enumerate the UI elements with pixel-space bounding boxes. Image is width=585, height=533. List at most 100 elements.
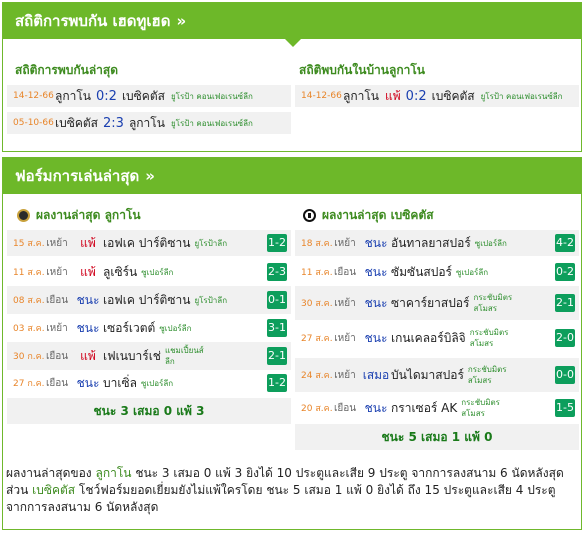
away-team[interactable]: เบซิคตัส — [122, 87, 165, 106]
besiktas-logo-icon — [303, 209, 316, 222]
opponent-name[interactable]: ซาคาร์ยาสปอร์ — [391, 294, 469, 313]
venue-label: เหย้า — [334, 297, 356, 309]
away-team[interactable]: ลูกาโน — [129, 114, 165, 133]
match-date: 03 ส.ค. — [13, 324, 45, 334]
opponent-name[interactable]: เอฟเค ปาร์ติซาน — [103, 291, 190, 310]
lugano-summary: ชนะ 3 เสมอ 0 แพ้ 3 — [7, 398, 291, 424]
opponent-name[interactable]: ลูเซิร์น — [103, 263, 137, 282]
form-row[interactable]: 30 ส.ค. เหย้า ชนะ ซาคาร์ยาสปอร์ กระชับมิตรสโ… — [295, 286, 579, 320]
league-name: ยูโรป้า คอนเฟอเรนซ์ลีก — [170, 91, 253, 101]
result-label: ชนะ — [76, 375, 100, 390]
match-date: 14-12-66 — [13, 91, 54, 101]
competition-name: ยูโรป้าลีก — [194, 295, 228, 305]
h2h-panel: สถิติการพบกัน เฮดทูเฮด » สถิติการพบกันล่า… — [2, 2, 582, 152]
competition-name: ซูเปอร์ลีก — [474, 238, 507, 248]
score-badge: 2-0 — [555, 329, 575, 347]
opponent-name[interactable]: บาเซิ่ล — [103, 374, 137, 393]
opponent-name[interactable]: บันไดมาสปอร์ — [391, 366, 464, 385]
venue-label: เหย้า — [334, 369, 356, 381]
match-date: 14-12-66 — [301, 91, 342, 101]
form-header-title: ฟอร์มการเล่นล่าสุด — [15, 167, 140, 185]
form-row[interactable]: 08 ส.ค. เยือน ชนะ เอฟเค ปาร์ติซาน ยูโรป้าลีก… — [7, 286, 291, 314]
score-badge: 0-2 — [555, 263, 575, 281]
match-date: 15 ส.ค. — [13, 239, 45, 249]
score-badge: 1-5 — [555, 399, 575, 417]
opponent-name[interactable]: เซอร์เวตต์ — [103, 319, 155, 338]
result-label: แพ้ — [385, 88, 401, 103]
result-label: ชนะ — [364, 264, 388, 279]
league-name: ยูโรป้า คอนเฟอเรนซ์ลีก — [170, 118, 253, 128]
header-notch — [285, 39, 301, 47]
score-badge: 0-0 — [555, 366, 575, 384]
besiktas-form-title: ผลงานล่าสุด เบซิคตัส — [303, 206, 434, 225]
match-date: 20 ส.ค. — [301, 404, 333, 414]
score-badge: 1-2 — [267, 374, 287, 392]
form-row[interactable]: 20 ส.ค. เยือน ชนะ กราเซอร์ AK กระชับมิตรสโมส… — [295, 394, 579, 422]
score-badge: 2-3 — [267, 263, 287, 281]
venue-label: เยือน — [45, 350, 69, 362]
venue-label: เยือน — [333, 402, 357, 414]
h2h-home-row[interactable]: 14-12-66 ลูกาโน แพ้ 0:2 เบซิคตัส ยูโรป้า… — [295, 85, 579, 107]
form-header: ฟอร์มการเล่นล่าสุด » — [3, 158, 581, 194]
result-label: แพ้ — [80, 264, 96, 279]
match-date: 30 ก.ค. — [13, 352, 45, 362]
score-badge: 2-1 — [555, 294, 575, 312]
team-link-lugano[interactable]: ลูกาโน — [95, 466, 131, 480]
competition-name: ซูเปอร์ลีก — [456, 267, 489, 277]
double-chevron-icon: » — [176, 12, 187, 30]
opponent-name[interactable]: อันทาลยาสปอร์ — [391, 234, 471, 253]
result-label: ชนะ — [364, 235, 388, 250]
form-row[interactable]: 27 ก.ค. เยือน ชนะ บาเซิ่ล ซูเปอร์ลีก 1-2 — [7, 370, 291, 396]
form-row[interactable]: 03 ส.ค. เหย้า ชนะ เซอร์เวตต์ ซูเปอร์ลีก 3-1 — [7, 315, 291, 341]
result-label: ชนะ — [364, 330, 388, 345]
competition-name: กระชับมิตรสโมสร — [469, 328, 509, 348]
h2h-home-title: สถิติพบกันในบ้านลูกาโน — [299, 63, 426, 77]
match-date: 27 ก.ค. — [13, 379, 45, 389]
home-team[interactable]: ลูกาโน — [343, 87, 379, 106]
result-label: ชนะ — [364, 400, 388, 415]
away-team[interactable]: เบซิคตัส — [432, 87, 475, 106]
result-label: ชนะ — [76, 292, 100, 307]
form-row[interactable]: 11 ส.ค. เหย้า แพ้ ลูเซิร์น ซูเปอร์ลีก 2-3 — [7, 259, 291, 285]
match-date: 11 ส.ค. — [301, 268, 333, 278]
h2h-row[interactable]: 05-10-66 เบซิคตัส 2:3 ลูกาโน ยูโรป้า คอน… — [7, 112, 291, 134]
venue-label: เยือน — [45, 377, 69, 389]
competition-name: ยูโรป้าลีก — [194, 238, 228, 248]
form-row[interactable]: 11 ส.ค. เยือน ชนะ ซัมซันสปอร์ ซูเปอร์ลีก 0-2 — [295, 259, 579, 285]
h2h-row[interactable]: 14-12-66 ลูกาโน 0:2 เบซิคตัส ยูโรป้า คอน… — [7, 85, 291, 107]
competition-name: แชมเปี้ยนส์ลีก — [164, 346, 204, 366]
match-score: 2:3 — [103, 115, 124, 131]
opponent-name[interactable]: กราเซอร์ AK — [391, 399, 457, 418]
venue-label: เหย้า — [334, 237, 356, 249]
form-row[interactable]: 18 ส.ค. เหย้า ชนะ อันทาลยาสปอร์ ซูเปอร์ลีก 4-… — [295, 230, 579, 256]
form-row[interactable]: 24 ส.ค. เหย้า เสมอ บันไดมาสปอร์ กระชับมิตรสโ… — [295, 358, 579, 392]
form-row[interactable]: 27 ส.ค. เหย้า ชนะ เกนเคลอร์บิลิจิ กระชับมิตร… — [295, 321, 579, 355]
form-row[interactable]: 30 ก.ค. เยือน แพ้ เฟเนบาร์เช่ แชมเปี้ยนส์ลีก… — [7, 342, 291, 370]
h2h-header: สถิติการพบกัน เฮดทูเฮด » — [3, 3, 581, 47]
summary-paragraph: ผลงานล่าสุดของ ลูกาโน ชนะ 3 เสมอ 0 แพ้ 3… — [6, 466, 564, 514]
match-date: 08 ส.ค. — [13, 296, 45, 306]
match-score: 0:2 — [405, 88, 427, 104]
opponent-name[interactable]: เอฟเค ปาร์ติซาน — [103, 234, 190, 253]
score-badge: 4-2 — [555, 234, 575, 252]
opponent-name[interactable]: เกนเคลอร์บิลิจิ — [391, 329, 466, 348]
competition-name: กระชับมิตรสโมสร — [467, 365, 507, 385]
match-date: 24 ส.ค. — [301, 371, 333, 381]
match-date: 11 ส.ค. — [13, 268, 45, 278]
venue-label: เยือน — [333, 266, 357, 278]
form-row[interactable]: 15 ส.ค. เหย้า แพ้ เอฟเค ปาร์ติซาน ยูโรป้าลีก… — [7, 230, 291, 256]
double-chevron-icon: » — [145, 167, 155, 185]
opponent-name[interactable]: เฟเนบาร์เช่ — [103, 347, 161, 366]
h2h-latest-title: สถิติการพบกันล่าสุด — [15, 63, 119, 77]
team-link-besiktas[interactable]: เบซิคตัส — [32, 483, 75, 497]
competition-name: ซูเปอร์ลีก — [159, 323, 192, 333]
home-team[interactable]: เบซิคตัส — [55, 114, 98, 133]
match-date: 30 ส.ค. — [301, 299, 333, 309]
match-date: 27 ส.ค. — [301, 334, 333, 344]
score-badge: 1-2 — [267, 234, 287, 252]
home-team[interactable]: ลูกาโน — [55, 87, 91, 106]
score-badge: 3-1 — [267, 319, 287, 337]
match-score: 0:2 — [96, 88, 117, 104]
opponent-name[interactable]: ซัมซันสปอร์ — [391, 263, 452, 282]
match-date: 18 ส.ค. — [301, 239, 333, 249]
